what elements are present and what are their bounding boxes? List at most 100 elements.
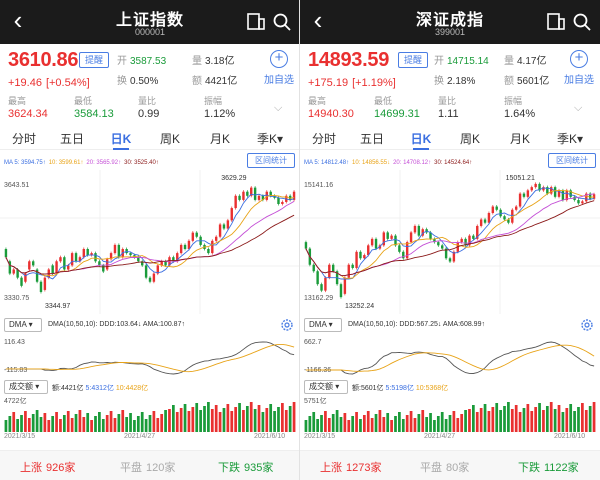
volume-bar (16, 419, 19, 432)
remind-button[interactable]: 提醒 (398, 52, 428, 68)
volume-bar (386, 413, 390, 432)
candle-body (359, 251, 362, 259)
candle-body (152, 273, 156, 282)
change-value: +175.19 (308, 77, 349, 89)
volume-bar (257, 405, 261, 432)
volume-bar (487, 411, 491, 432)
interval-stats-button[interactable]: 区间统计 (247, 153, 295, 168)
gear-icon[interactable] (280, 318, 294, 332)
volume-bar (70, 418, 74, 432)
candlestick-chart[interactable]: 15141.16 13162.29 15051.21 13252.24 (300, 170, 600, 314)
tab-five-day[interactable]: 五日 (352, 130, 392, 147)
ratio-stat: 量比 1.11 (438, 96, 459, 120)
tab-intraday[interactable]: 分时 (4, 130, 44, 147)
indicator-select[interactable]: DMA ▾ (4, 318, 42, 332)
volume-bar (491, 407, 495, 432)
chevron-down-icon[interactable]: ⌵ (574, 102, 588, 114)
flat-count: 平盘 80家 (420, 462, 470, 474)
tab-monthly-k[interactable]: 月K (500, 130, 540, 147)
add-watch-button[interactable]: 加自选 (264, 71, 294, 86)
tab-daily-k[interactable]: 日K (101, 130, 141, 150)
add-watch-button[interactable]: 加自选 (564, 71, 594, 86)
period-tabs: 分时 五日 日K 周K 月K 季K▾ (300, 128, 600, 150)
dma-bottom-label: -115.83 (4, 367, 27, 374)
candle-body (370, 238, 374, 246)
tab-intraday[interactable]: 分时 (304, 130, 344, 147)
candle-body (522, 193, 526, 197)
volume-bar (401, 419, 405, 432)
add-watch-icon[interactable]: + (270, 50, 288, 68)
chevron-down-icon[interactable]: ⌵ (274, 102, 288, 114)
volume-bar (105, 415, 109, 432)
candle-body (179, 244, 183, 254)
tab-weekly-k[interactable]: 周K (450, 130, 490, 147)
rise-count: 上涨 926家 (20, 462, 76, 474)
add-watch-icon[interactable]: + (570, 50, 588, 68)
dma-top-label: 116.43 (4, 339, 25, 346)
candle-body (374, 238, 378, 249)
candlestick-chart[interactable]: 3643.51 3330.75 3629.29 3344.97 (0, 170, 300, 314)
tab-weekly-k[interactable]: 周K (150, 130, 190, 147)
dma-bottom-label: -1166.36 (304, 367, 331, 374)
volume-bar (265, 408, 269, 432)
volume-bar (214, 405, 218, 432)
document-icon[interactable] (546, 11, 566, 33)
search-icon[interactable] (572, 11, 592, 33)
candle-body (534, 183, 537, 188)
document-icon[interactable] (246, 11, 266, 33)
gear-icon[interactable] (580, 318, 594, 332)
tab-five-day[interactable]: 五日 (52, 130, 92, 147)
indicator-select[interactable]: DMA ▾ (304, 318, 342, 332)
volume-select[interactable]: 成交额 ▾ (304, 380, 348, 394)
volume-bar (98, 412, 101, 432)
max-price-label: 15051.21 (506, 175, 535, 182)
volume-bar (545, 406, 549, 432)
ratio-stat: 量比 0.99 (138, 96, 160, 120)
price-change: +175.19 [+1.19%] (308, 77, 400, 89)
ma30-line (5, 214, 295, 275)
search-icon[interactable] (272, 11, 292, 33)
volume-bar (288, 406, 292, 432)
volume-bar (27, 418, 31, 432)
volume-bar (553, 409, 557, 432)
volume-bar (308, 416, 312, 432)
candle-body (257, 195, 261, 200)
candle-body (195, 232, 198, 237)
tab-quarterly-k[interactable]: 季K▾ (550, 130, 590, 147)
volume-bar (448, 415, 452, 432)
candle-body (63, 257, 66, 270)
interval-stats-button[interactable]: 区间统计 (548, 153, 596, 168)
volume-bar (335, 410, 339, 432)
dma-info: DMA(10,50,10): DDD:567.25↓ AMA:608.99↑ (348, 321, 485, 328)
date-axis: 2021/3/15 2021/4/27 2021/6/10 (304, 433, 586, 440)
candle-body (355, 251, 358, 268)
volume-bar (245, 406, 249, 432)
remind-button[interactable]: 提醒 (79, 52, 109, 68)
quote-summary: 3610.86 提醒 +19.46 [+0.54%] 开 3587.53 量 3.18… (0, 44, 299, 126)
volume-bar (55, 412, 58, 432)
min-price-label: 3344.97 (45, 303, 70, 310)
volume-bar (471, 405, 475, 432)
tab-daily-k[interactable]: 日K (401, 130, 441, 150)
candle-body (117, 244, 121, 258)
volume-bar (378, 410, 382, 432)
min-price-label: 13252.24 (345, 303, 374, 310)
candle-body (191, 232, 195, 241)
volume-bar (316, 419, 319, 432)
volume-bar (362, 415, 366, 432)
candle-body (530, 187, 533, 191)
y-axis-bottom-label: 3330.75 (4, 295, 29, 302)
candle-body (238, 195, 241, 200)
candle-body (70, 253, 74, 266)
volume-bar (429, 413, 432, 432)
volume-bar (74, 414, 78, 432)
candle-body (577, 200, 580, 204)
candle-body (230, 208, 233, 221)
candle-body (479, 219, 483, 226)
candle-body (82, 249, 86, 258)
volume-select[interactable]: 成交额 ▾ (4, 380, 48, 394)
volume-bar (35, 410, 39, 432)
tab-quarterly-k[interactable]: 季K▾ (250, 130, 290, 147)
ma30-label: 30: 3525.40↑ (124, 160, 159, 166)
tab-monthly-k[interactable]: 月K (200, 130, 240, 147)
